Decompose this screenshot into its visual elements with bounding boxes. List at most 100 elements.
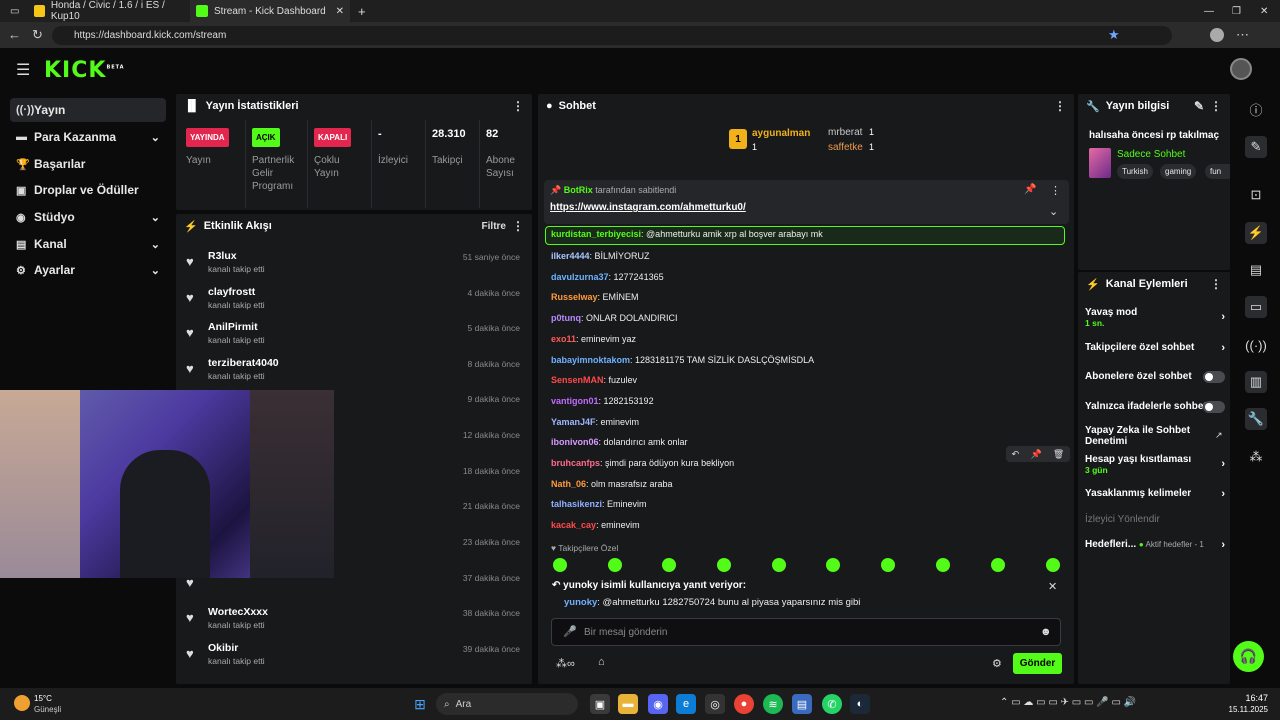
emote-icon[interactable]	[826, 558, 840, 572]
emote-icon[interactable]	[772, 558, 786, 572]
whatsapp-icon[interactable]: ✆	[822, 694, 842, 714]
external-link-icon[interactable]: ↗	[1215, 430, 1223, 441]
chat-settings-icon[interactable]: ⚙	[992, 657, 1002, 670]
delete-icon[interactable]: 🗑	[1053, 449, 1064, 460]
tab-actions-icon[interactable]: ▭	[4, 0, 24, 22]
chat-username[interactable]: vantigon01	[551, 396, 599, 406]
url-field[interactable]: https://dashboard.kick.com/stream	[52, 26, 1172, 45]
pin-icon[interactable]: 📌	[1024, 184, 1036, 195]
windows-start-icon[interactable]: ⊞	[410, 694, 430, 714]
close-window-icon[interactable]: ✕	[1254, 0, 1274, 22]
chat-username[interactable]: p0tunq	[551, 313, 581, 323]
discord-icon[interactable]: ◉	[648, 694, 668, 714]
document-icon[interactable]: ▤	[1245, 259, 1267, 281]
banned-words-row[interactable]: Yasaklanmış kelimeler ›	[1085, 488, 1225, 500]
lightning-icon[interactable]: ⚡	[1245, 222, 1267, 244]
pin-message-icon[interactable]: 📌	[1030, 449, 1041, 460]
activity-item[interactable]: ♥ Okibir kanalı takip etti 39 dakika önce	[186, 642, 526, 672]
store-icon[interactable]: ⌂	[598, 656, 605, 668]
weather-icon[interactable]	[14, 695, 30, 711]
sidebar-item-ayarlar[interactable]: ⚙ Ayarlar ⌄	[10, 258, 166, 282]
hamburger-menu-icon[interactable]: ☰	[16, 60, 30, 80]
activity-item[interactable]: ♥ R3lux kanalı takip etti 51 saniye önce	[186, 250, 526, 280]
edge-icon[interactable]: e	[676, 694, 696, 714]
sidebar-item-para-kazanma[interactable]: ▬ Para Kazanma ⌄	[10, 125, 166, 149]
sidebar-item-yayin[interactable]: ((·)) Yayın	[10, 98, 166, 122]
stats-menu-icon[interactable]: ⋮	[512, 99, 524, 113]
notepad-icon[interactable]: ▤	[792, 694, 812, 714]
taskbar-search[interactable]: ⌕ Ara	[436, 693, 578, 715]
close-tab-icon[interactable]: ✕	[336, 6, 344, 17]
stream-info-menu-icon[interactable]: ⋮	[1210, 99, 1222, 113]
edit-icon[interactable]: ✎	[1194, 99, 1204, 113]
info-icon[interactable]: ⓘ	[1245, 98, 1267, 120]
viewer-redirect-row[interactable]: İzleyici Yönlendir	[1085, 514, 1225, 525]
slow-mode-row[interactable]: Yavaş mod 1 sn. ›	[1085, 307, 1225, 328]
close-reply-icon[interactable]: ✕	[1048, 580, 1057, 593]
activity-item[interactable]: ♥ AnilPirmit kanalı takip etti 5 dakika önc…	[186, 321, 526, 351]
pinned-link[interactable]: https://www.instagram.com/ahmetturku0/	[550, 202, 746, 213]
reload-icon[interactable]: ↻	[32, 27, 43, 43]
emote-icon[interactable]	[881, 558, 895, 572]
favorite-star-icon[interactable]: ★	[1108, 27, 1120, 43]
age-limit-row[interactable]: Hesap yaşı kısıtlaması 3 gün ›	[1085, 454, 1225, 475]
chat-username[interactable]: YamanJ4F	[551, 417, 596, 427]
chat-icon[interactable]: ▭	[1245, 296, 1267, 318]
pinned-menu-icon[interactable]: ⋮	[1050, 184, 1061, 197]
back-icon[interactable]: ←	[8, 27, 21, 42]
chat-username[interactable]: talhasikenzi	[551, 499, 602, 509]
chat-username[interactable]: Nath_06	[551, 479, 586, 489]
new-tab-icon[interactable]: +	[352, 0, 372, 22]
chat-username[interactable]: SensenMAN	[551, 375, 604, 385]
leader-name[interactable]: aygunalman	[752, 128, 810, 139]
github-icon[interactable]: ◎	[705, 694, 725, 714]
send-button[interactable]: Gönder	[1013, 653, 1062, 674]
layout-icon[interactable]: ▥	[1245, 371, 1267, 393]
emote-icon[interactable]	[991, 558, 1005, 572]
emote-icon[interactable]	[1046, 558, 1060, 572]
users-icon[interactable]: ⁂∞	[556, 657, 575, 670]
chat-username[interactable]: kacak_cay	[551, 520, 596, 530]
chat-username[interactable]: ilker4444	[551, 251, 590, 261]
emote-icon[interactable]	[936, 558, 950, 572]
camera-icon[interactable]: ⊡	[1245, 184, 1267, 206]
sidebar-item-kanal[interactable]: ▤ Kanal ⌄	[10, 232, 166, 256]
microphone-icon[interactable]: 🎤	[563, 625, 577, 638]
chrome-icon[interactable]: ●	[734, 694, 754, 714]
emote-icon[interactable]	[717, 558, 731, 572]
activity-menu-icon[interactable]: ⋮	[512, 219, 524, 233]
chat-menu-icon[interactable]: ⋮	[1054, 99, 1066, 113]
reply-icon[interactable]: ↶	[1012, 449, 1020, 460]
browser-tab-kick[interactable]: Stream - Kick Dashboard ✕	[190, 0, 350, 22]
emote-icon[interactable]	[662, 558, 676, 572]
emote-icon[interactable]	[553, 558, 567, 572]
category-name[interactable]: Sadece Sohbet	[1117, 149, 1185, 160]
minimize-icon[interactable]: —	[1198, 0, 1220, 22]
profile-avatar-icon[interactable]	[1210, 28, 1224, 42]
users-rail-icon[interactable]: ⁂	[1245, 446, 1267, 468]
user-avatar[interactable]	[1230, 58, 1252, 80]
sidebar-item-studyo[interactable]: ◉ Stüdyo ⌄	[10, 205, 166, 229]
kick-logo[interactable]: KICKBETA	[44, 58, 125, 83]
subs-chat-toggle[interactable]	[1203, 371, 1225, 383]
goals-row[interactable]: Hedefleri... ● Aktif hedefler - 1 ›	[1085, 539, 1225, 551]
task-view-icon[interactable]: ▣	[590, 694, 610, 714]
leader-name[interactable]: saffetke	[828, 142, 863, 153]
tray-icons[interactable]: ⌃ ▭ ☁ ▭ ▭ ✈ ▭ ▭ 🎤 ▭ 🔊	[1000, 697, 1136, 708]
leader-name[interactable]: mrberat	[828, 127, 862, 138]
chat-username[interactable]: davulzurna37	[551, 272, 609, 282]
ai-mod-row[interactable]: Yapay Zeka ile Sohbet Denetimi	[1085, 425, 1205, 447]
steam-icon[interactable]: ◐	[850, 694, 870, 714]
browser-menu-icon[interactable]: ⋯	[1236, 27, 1249, 43]
filter-button[interactable]: Filtre	[482, 221, 506, 232]
chat-username[interactable]: ibonivon06	[551, 437, 599, 447]
chat-username[interactable]: bruhcanfps	[551, 458, 600, 468]
activity-item[interactable]: ♥ clayfrostt kanalı takip etti 4 dakika önc…	[186, 286, 526, 316]
chat-username[interactable]: babayimnoktakom	[551, 355, 630, 365]
chat-username[interactable]: Russelway	[551, 292, 598, 302]
emote-icon[interactable]	[608, 558, 622, 572]
chat-username[interactable]: exo11	[551, 334, 576, 344]
support-headset-icon[interactable]: 🎧	[1233, 641, 1264, 672]
pencil-icon[interactable]: ✎	[1245, 136, 1267, 158]
spotify-icon[interactable]: ≋	[763, 694, 783, 714]
